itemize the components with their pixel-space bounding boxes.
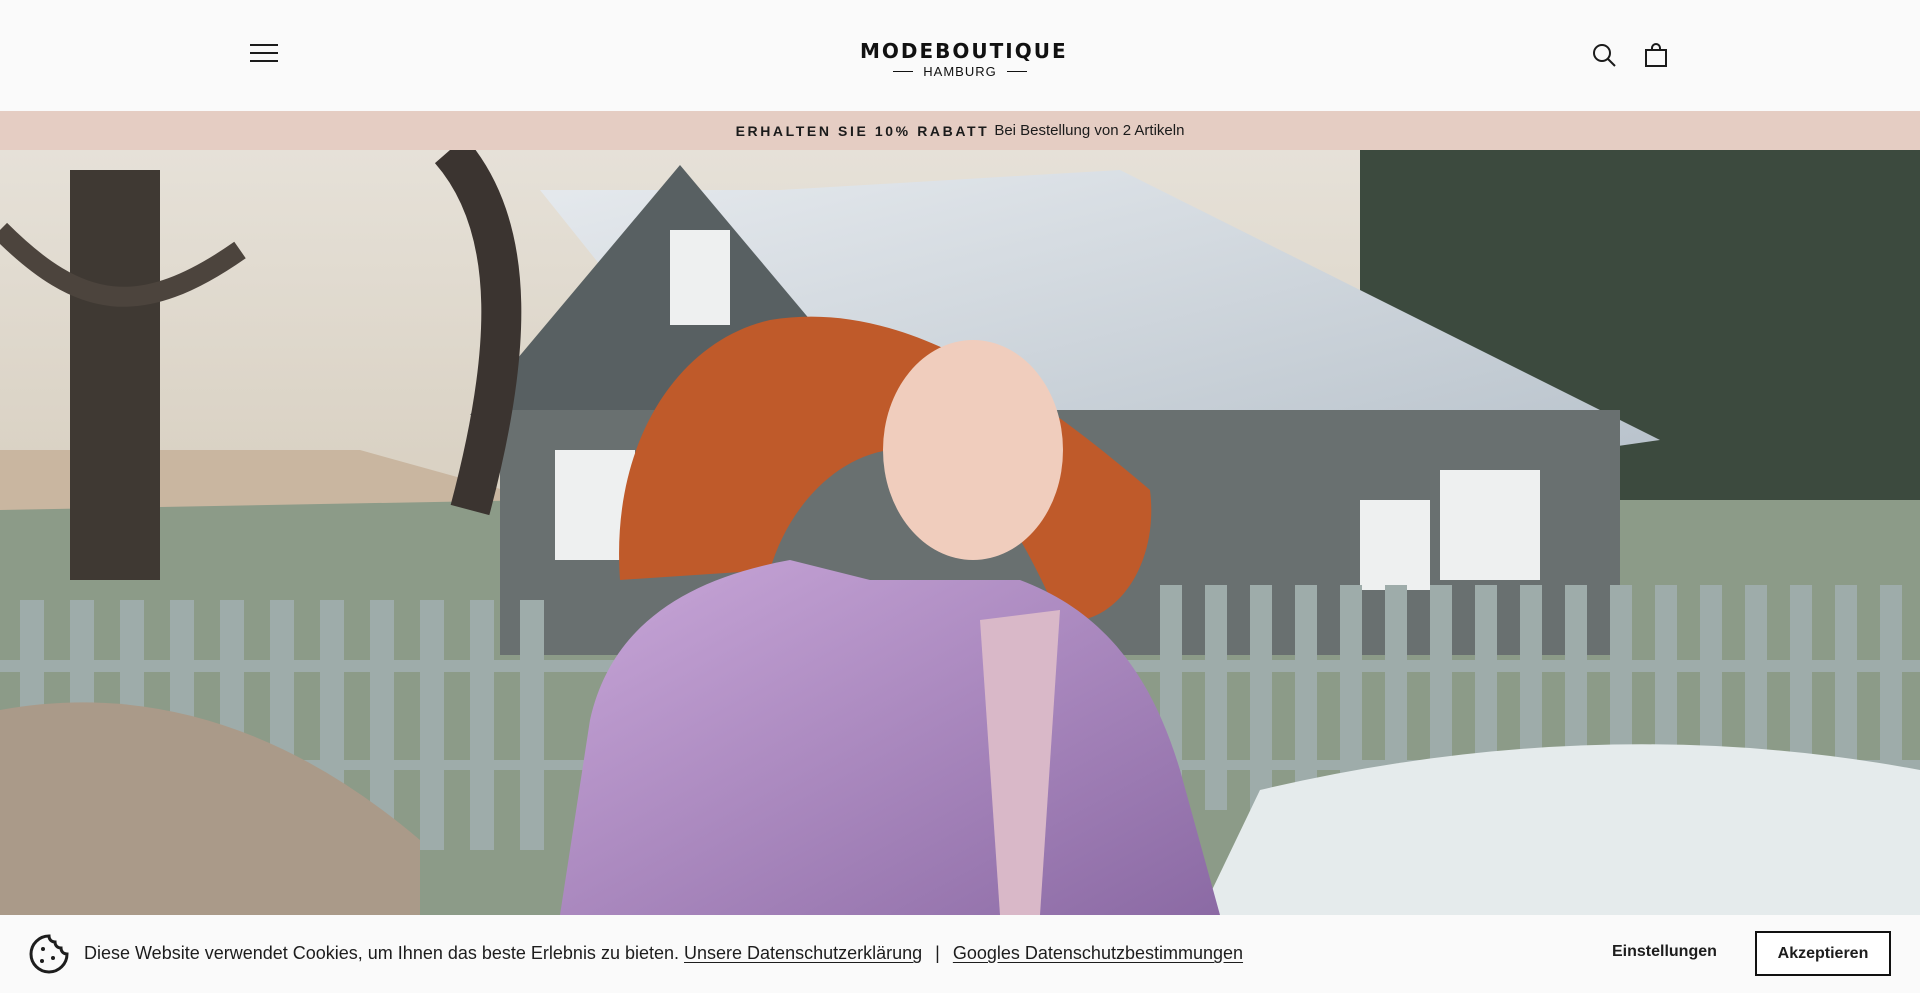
cookie-icon	[28, 933, 70, 975]
logo-sub-text: HAMBURG	[860, 64, 1060, 79]
hero-photo-illustration	[0, 150, 1920, 915]
cookie-message: Diese Website verwendet Cookies, um Ihne…	[84, 943, 1243, 964]
google-privacy-link[interactable]: Googles Datenschutzbestimmungen	[953, 943, 1243, 963]
site-header: MODEBOUTIQUE HAMBURG	[0, 0, 1920, 111]
cookie-consent-bar: Diese Website verwendet Cookies, um Ihne…	[0, 915, 1920, 993]
promo-strong-text: ERHALTEN SIE 10% RABATT	[735, 122, 990, 139]
brand-logo[interactable]: MODEBOUTIQUE HAMBURG	[860, 39, 1068, 79]
cookie-accept-button[interactable]: Akzeptieren	[1755, 931, 1891, 976]
cookie-settings-button[interactable]: Einstellungen	[1612, 943, 1737, 965]
cookie-message-text: Diese Website verwendet Cookies, um Ihne…	[84, 943, 679, 963]
promo-text: Bei Bestellung von 2 Artikeln	[994, 122, 1185, 139]
promo-banner: ERHALTEN SIE 10% RABATT Bei Bestellung v…	[0, 111, 1920, 150]
logo-main-text: MODEBOUTIQUE	[860, 39, 1068, 63]
privacy-policy-link[interactable]: Unsere Datenschutzerklärung	[684, 943, 922, 963]
hero-image	[0, 150, 1920, 915]
link-separator: |	[935, 943, 940, 963]
shopping-bag-icon[interactable]	[1643, 42, 1669, 68]
menu-icon[interactable]	[250, 44, 278, 68]
search-icon[interactable]	[1591, 42, 1617, 68]
